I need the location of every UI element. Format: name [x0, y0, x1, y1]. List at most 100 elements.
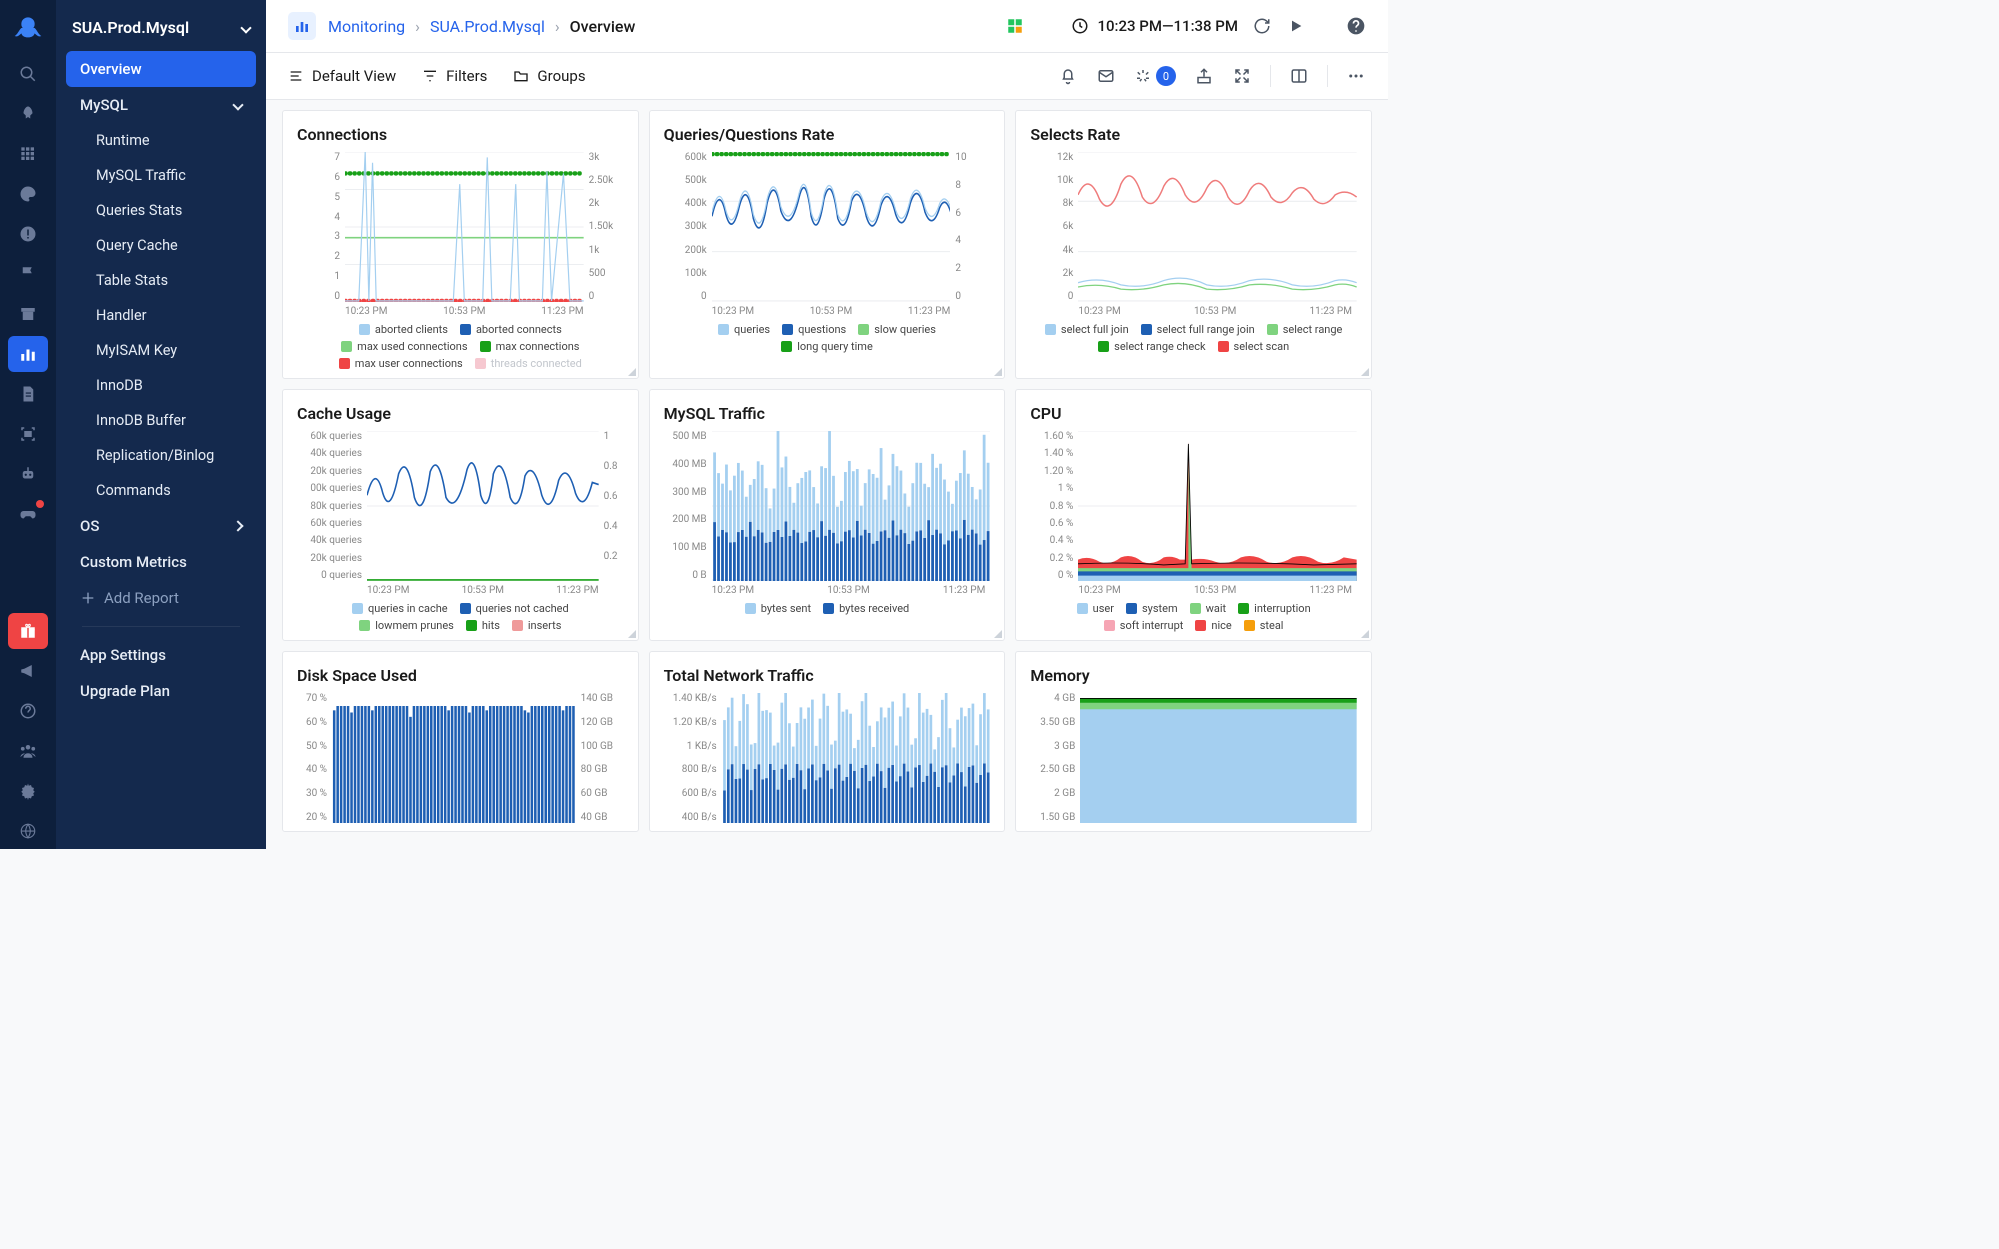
- filters-button[interactable]: Filters: [422, 67, 487, 85]
- y-axis-right: 3k2.50k2k1.50k1k5000: [584, 152, 624, 302]
- resize-handle[interactable]: [994, 368, 1002, 376]
- panel-title: Disk Space Used: [297, 666, 624, 685]
- dashboard-grid-icon[interactable]: [1005, 16, 1025, 36]
- chevron-down-icon: [240, 22, 251, 33]
- sidebar-item-innodb[interactable]: InnoDB: [66, 368, 256, 403]
- resize-handle[interactable]: [628, 368, 636, 376]
- bell-button[interactable]: [1058, 66, 1078, 86]
- rail-settings[interactable]: [8, 773, 48, 809]
- panel-disk[interactable]: Disk Space Used 70 %60 %50 %40 %30 %20 %…: [282, 651, 639, 832]
- panel-cpu[interactable]: CPU 1.60 %1.40 %1.20 %1 %0.8 %0.6 %0.4 %…: [1015, 389, 1372, 641]
- app-logo[interactable]: [8, 8, 48, 48]
- chart-canvas: [722, 693, 991, 823]
- time-range-picker[interactable]: 10:23 PM—11:38 PM: [1071, 17, 1238, 35]
- help-button[interactable]: [1346, 16, 1366, 36]
- fullscreen-button[interactable]: [1232, 66, 1252, 86]
- monitoring-icon: [288, 12, 316, 40]
- rail-archive[interactable]: [8, 296, 48, 332]
- mail-button[interactable]: [1096, 66, 1116, 86]
- y-axis-left: 500 MB400 MB300 MB200 MB100 MB0 B: [664, 431, 712, 581]
- sidebar-item-myisam-key[interactable]: MyISAM Key: [66, 333, 256, 368]
- sidebar-item-app-settings[interactable]: App Settings: [66, 637, 256, 673]
- sidebar-item-custom-metrics[interactable]: Custom Metrics: [66, 544, 256, 580]
- chevron-right-icon: [232, 520, 243, 531]
- chart-canvas: [332, 693, 576, 823]
- chart-canvas: [712, 431, 991, 581]
- panel-title: Cache Usage: [297, 404, 624, 423]
- rail-gift[interactable]: [8, 613, 48, 649]
- toolbar: Default View Filters Groups 0: [266, 53, 1388, 100]
- panel-title: CPU: [1030, 404, 1357, 423]
- sidebar-item-query-cache[interactable]: Query Cache: [66, 228, 256, 263]
- chart-canvas: [345, 152, 584, 302]
- rail-help[interactable]: [8, 693, 48, 729]
- panel-selects[interactable]: Selects Rate 12k10k8k6k4k2k0 10:: [1015, 110, 1372, 379]
- sidebar-item-commands[interactable]: Commands: [66, 473, 256, 508]
- more-button[interactable]: [1346, 66, 1366, 86]
- y-axis-left: 1.40 KB/s1.20 KB/s1 KB/s800 B/s600 B/s40…: [664, 693, 722, 823]
- panel-connections[interactable]: Connections 76543210 3k2: [282, 110, 639, 379]
- rail-rocket[interactable]: [8, 96, 48, 132]
- refresh-button[interactable]: [1252, 16, 1272, 36]
- breadcrumb-context[interactable]: SUA.Prod.Mysql: [430, 17, 545, 36]
- rail-monitoring[interactable]: [8, 336, 48, 372]
- sidebar-group-os[interactable]: OS: [66, 508, 256, 544]
- sidebar-item-upgrade-plan[interactable]: Upgrade Plan: [66, 673, 256, 709]
- resize-handle[interactable]: [628, 630, 636, 638]
- panel-queries[interactable]: Queries/Questions Rate 600k500k400k300k2…: [649, 110, 1006, 379]
- y-axis-left: 12k10k8k6k4k2k0: [1030, 152, 1078, 302]
- rail-alert[interactable]: [8, 216, 48, 252]
- context-selector[interactable]: SUA.Prod.Mysql: [56, 8, 266, 47]
- rail-megaphone[interactable]: [8, 653, 48, 689]
- y-axis-left: 4 GB3.50 GB3 GB2.50 GB2 GB1.50 GB: [1030, 693, 1080, 823]
- sidebar-item-table-stats[interactable]: Table Stats: [66, 263, 256, 298]
- split-view-button[interactable]: [1289, 66, 1309, 86]
- default-view-button[interactable]: Default View: [288, 67, 396, 85]
- sidebar-item-replication[interactable]: Replication/Binlog: [66, 438, 256, 473]
- rail-grid[interactable]: [8, 136, 48, 172]
- icon-rail: [0, 0, 56, 849]
- resize-handle[interactable]: [994, 630, 1002, 638]
- rail-flag[interactable]: [8, 256, 48, 292]
- sidebar-item-mysql-traffic[interactable]: MySQL Traffic: [66, 158, 256, 193]
- rail-palette[interactable]: [8, 176, 48, 212]
- sidebar-item-handler[interactable]: Handler: [66, 298, 256, 333]
- chart-canvas: [1078, 152, 1357, 302]
- play-button[interactable]: [1286, 16, 1306, 36]
- sidebar-item-innodb-buffer[interactable]: InnoDB Buffer: [66, 403, 256, 438]
- sidebar-group-mysql[interactable]: MySQL: [66, 87, 256, 123]
- panel-title: Total Network Traffic: [664, 666, 991, 685]
- rail-globe[interactable]: [8, 813, 48, 849]
- panel-memory[interactable]: Memory 4 GB3.50 GB3 GB2.50 GB2 GB1.50 GB: [1015, 651, 1372, 832]
- rail-search[interactable]: [8, 56, 48, 92]
- export-button[interactable]: [1194, 66, 1214, 86]
- add-report-button[interactable]: Add Report: [66, 580, 256, 616]
- panel-network[interactable]: Total Network Traffic 1.40 KB/s1.20 KB/s…: [649, 651, 1006, 832]
- sidebar-item-queries-stats[interactable]: Queries Stats: [66, 193, 256, 228]
- rail-document[interactable]: [8, 376, 48, 412]
- legend: queries questions slow queries long quer…: [664, 317, 991, 353]
- sidebar-item-runtime[interactable]: Runtime: [66, 123, 256, 158]
- breadcrumb: Monitoring › SUA.Prod.Mysql › Overview: [328, 17, 635, 36]
- groups-button[interactable]: Groups: [513, 67, 585, 85]
- panel-cache[interactable]: Cache Usage 60k queries40k queries20k qu…: [282, 389, 639, 641]
- panel-traffic[interactable]: MySQL Traffic 500 MB400 MB300 MB200 MB10…: [649, 389, 1006, 641]
- x-axis: 10:23 PM10:53 PM11:23 PM: [297, 302, 624, 317]
- x-axis: 10:23 PM10:53 PM11:23 PM: [1030, 581, 1357, 596]
- filter-icon: [422, 68, 438, 84]
- y-axis-left: 1.60 %1.40 %1.20 %1 %0.8 %0.6 %0.4 %0.2 …: [1030, 431, 1078, 581]
- breadcrumb-root[interactable]: Monitoring: [328, 17, 405, 36]
- context-name: SUA.Prod.Mysql: [72, 18, 189, 37]
- resize-handle[interactable]: [1361, 368, 1369, 376]
- rail-bot[interactable]: [8, 456, 48, 492]
- rail-game[interactable]: [8, 496, 48, 532]
- resize-handle[interactable]: [1361, 630, 1369, 638]
- rail-team[interactable]: [8, 733, 48, 769]
- anomaly-button[interactable]: 0: [1134, 66, 1176, 86]
- y-axis-right: 140 GB120 GB100 GB80 GB60 GB40 GB: [576, 693, 624, 823]
- rail-scan[interactable]: [8, 416, 48, 452]
- y-axis-right: 10.80.60.40.2: [599, 431, 624, 581]
- sidebar-item-overview[interactable]: Overview: [66, 51, 256, 87]
- panel-title: Selects Rate: [1030, 125, 1357, 144]
- panel-title: Memory: [1030, 666, 1357, 685]
